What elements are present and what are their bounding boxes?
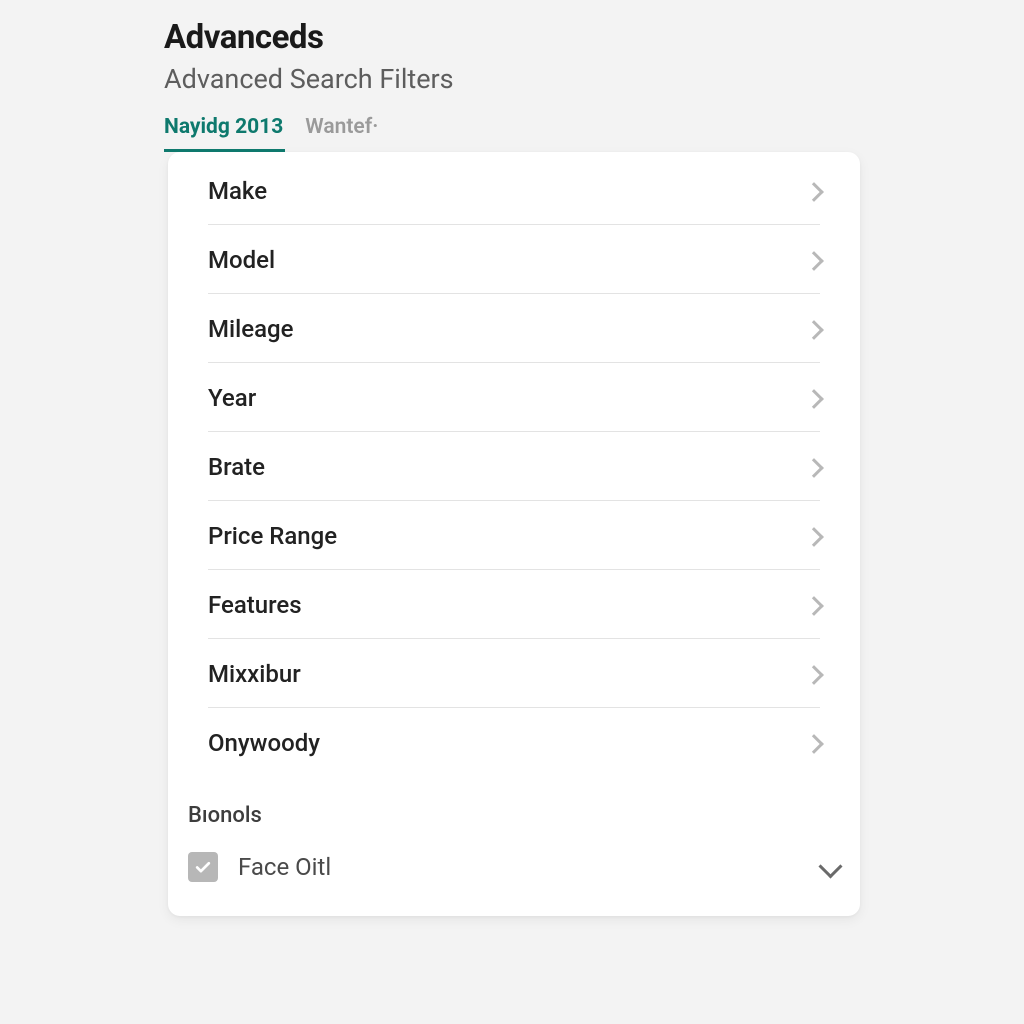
chevron-right-icon xyxy=(809,596,820,614)
filter-price-range-label: Price Range xyxy=(208,522,337,550)
check-icon xyxy=(193,857,213,877)
filter-make-label: Make xyxy=(208,177,267,205)
filters-card: Make Model Mileage Year Brate Price Rang… xyxy=(168,152,860,916)
section-bionols-label: Bıonols xyxy=(168,777,860,836)
tab-nayidg-2013[interactable]: Nayidg 2013 xyxy=(164,111,285,152)
filter-brate-label: Brate xyxy=(208,453,265,481)
option-face-oitl-label: Face Oitl xyxy=(238,853,331,881)
filter-mixxibur-label: Mixxibur xyxy=(208,660,301,688)
chevron-right-icon xyxy=(809,389,820,407)
filter-features-label: Features xyxy=(208,591,302,619)
page-subtitle: Advanced Search Filters xyxy=(164,63,864,95)
filter-onywoody-label: Onywoody xyxy=(208,729,320,757)
filter-mileage-label: Mileage xyxy=(208,315,293,343)
chevron-right-icon xyxy=(809,182,820,200)
chevron-right-icon xyxy=(809,527,820,545)
chevron-right-icon xyxy=(809,458,820,476)
filter-mixxibur[interactable]: Mixxibur xyxy=(168,639,860,708)
filter-features[interactable]: Features xyxy=(168,570,860,639)
checkbox-face-oitl[interactable] xyxy=(188,852,218,882)
page-title: Advanceds xyxy=(164,18,864,57)
filter-onywoody[interactable]: Onywoody xyxy=(168,708,860,777)
filter-mileage[interactable]: Mileage xyxy=(168,294,860,363)
tab-wantef[interactable]: Wantef· xyxy=(305,111,380,152)
filter-model-label: Model xyxy=(208,246,275,274)
chevron-right-icon xyxy=(809,665,820,683)
tab-bar: Nayidg 2013 Wantef· xyxy=(164,111,864,152)
chevron-right-icon xyxy=(809,320,820,338)
filter-brate[interactable]: Brate xyxy=(168,432,860,501)
option-face-oitl[interactable]: Face Oitl xyxy=(168,836,860,898)
chevron-right-icon xyxy=(809,734,820,752)
filter-price-range[interactable]: Price Range xyxy=(168,501,860,570)
chevron-right-icon xyxy=(809,251,820,269)
filter-model[interactable]: Model xyxy=(168,225,860,294)
filter-make[interactable]: Make xyxy=(168,156,860,225)
filter-year[interactable]: Year xyxy=(168,363,860,432)
chevron-down-icon xyxy=(818,860,840,874)
filter-year-label: Year xyxy=(208,384,256,412)
